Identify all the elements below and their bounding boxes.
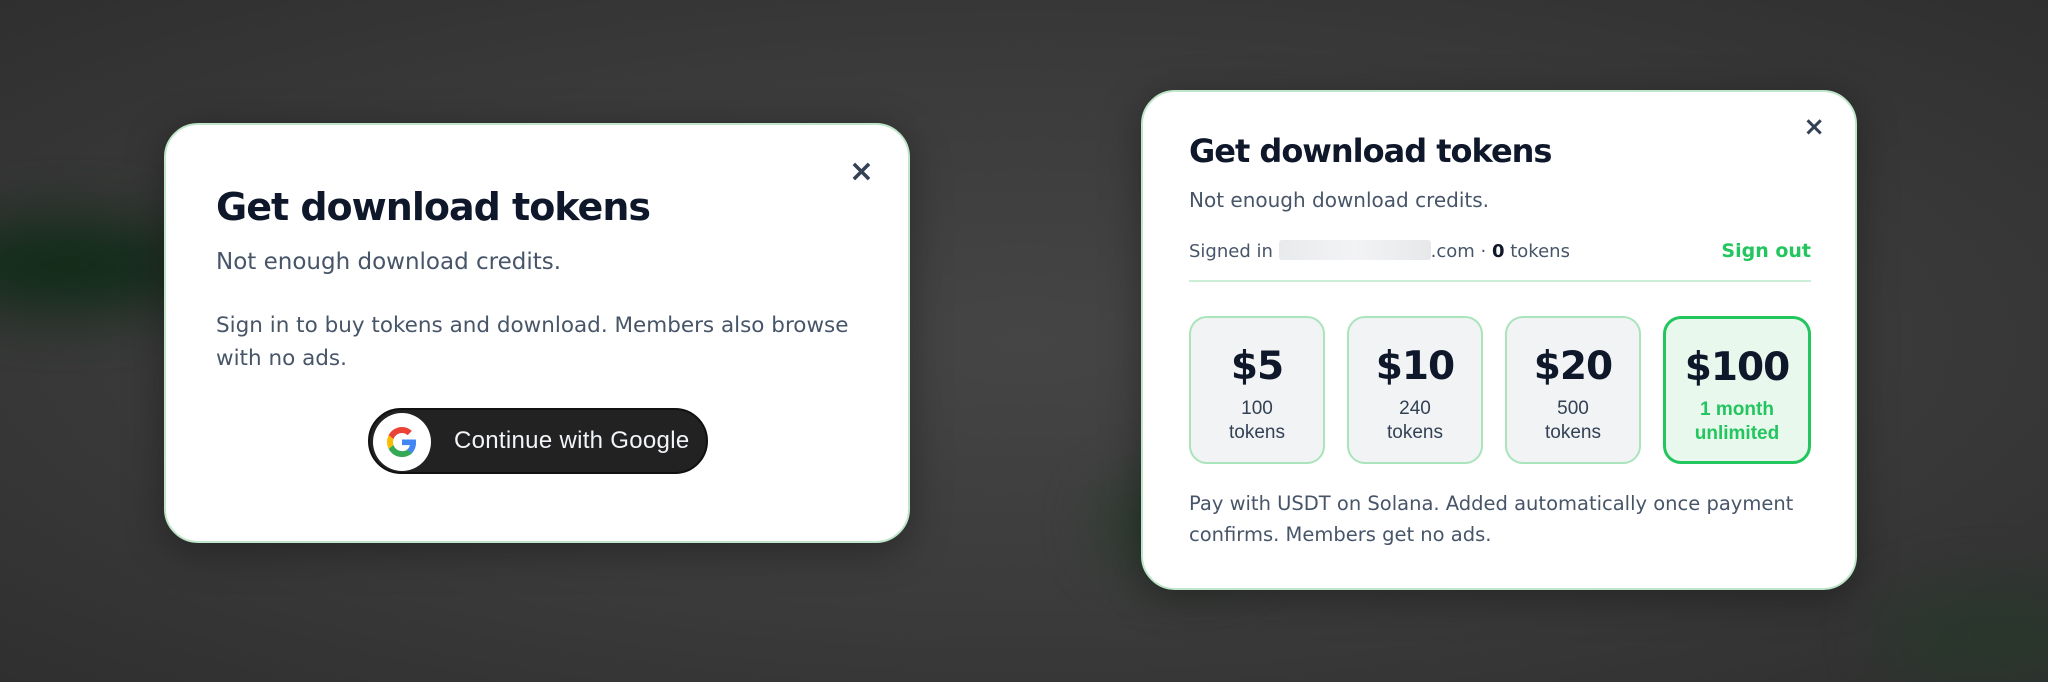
plan-detail: unlimited	[1694, 423, 1780, 444]
plan-detail: 100	[1241, 398, 1273, 419]
email-suffix: .com	[1430, 241, 1475, 262]
separator: ·	[1474, 241, 1492, 262]
modal-subtitle: Not enough download credits.	[216, 249, 562, 275]
token-count: 0	[1491, 241, 1505, 262]
plan-card-5[interactable]: $5 100 tokens	[1189, 316, 1325, 464]
plan-detail: tokens	[1545, 422, 1601, 443]
signed-in-status: Signed in .com · 0 tokens	[1189, 240, 1570, 262]
plan-detail: tokens	[1387, 422, 1443, 443]
backdrop-glow	[1880, 590, 2048, 680]
google-icon-badge	[373, 413, 431, 471]
account-row: Signed in .com · 0 tokens Sign out	[1189, 240, 1811, 282]
plan-card-100-unlimited[interactable]: $100 1 month unlimited	[1663, 316, 1811, 464]
google-button-label: Continue with Google	[454, 427, 690, 454]
modal-title: Get download tokens	[1189, 132, 1552, 170]
close-icon[interactable]: ×	[849, 157, 874, 187]
plan-detail: 1 month	[1700, 399, 1774, 420]
plan-detail: 240	[1399, 398, 1431, 419]
google-g-icon	[387, 427, 417, 457]
modal-subtitle: Not enough download credits.	[1189, 188, 1490, 212]
buy-tokens-modal: × Get download tokens Not enough downloa…	[1141, 90, 1857, 590]
signin-description: Sign in to buy tokens and download. Memb…	[216, 313, 849, 371]
plan-card-10[interactable]: $10 240 tokens	[1347, 316, 1483, 464]
signin-modal: × Get download tokens Not enough downloa…	[164, 123, 910, 543]
payment-note: Pay with USDT on Solana. Added automatic…	[1189, 492, 1794, 546]
redacted-email	[1278, 240, 1431, 260]
close-icon[interactable]: ×	[1803, 114, 1825, 140]
plan-detail: 500	[1557, 398, 1589, 419]
plan-options: $5 100 tokens $10 240 tokens $20 500 tok…	[1189, 316, 1811, 466]
modal-title: Get download tokens	[216, 185, 651, 229]
signed-in-prefix: Signed in	[1189, 241, 1273, 262]
plan-price: $100	[1684, 345, 1791, 390]
plan-detail: tokens	[1229, 422, 1285, 443]
plan-price: $5	[1230, 344, 1284, 389]
continue-with-google-button[interactable]: Continue with Google	[368, 408, 708, 474]
plan-price: $10	[1375, 344, 1455, 389]
sign-out-link[interactable]: Sign out	[1721, 240, 1811, 262]
plan-price: $20	[1533, 344, 1613, 389]
tokens-suffix: tokens	[1504, 241, 1570, 262]
plan-card-20[interactable]: $20 500 tokens	[1505, 316, 1641, 464]
